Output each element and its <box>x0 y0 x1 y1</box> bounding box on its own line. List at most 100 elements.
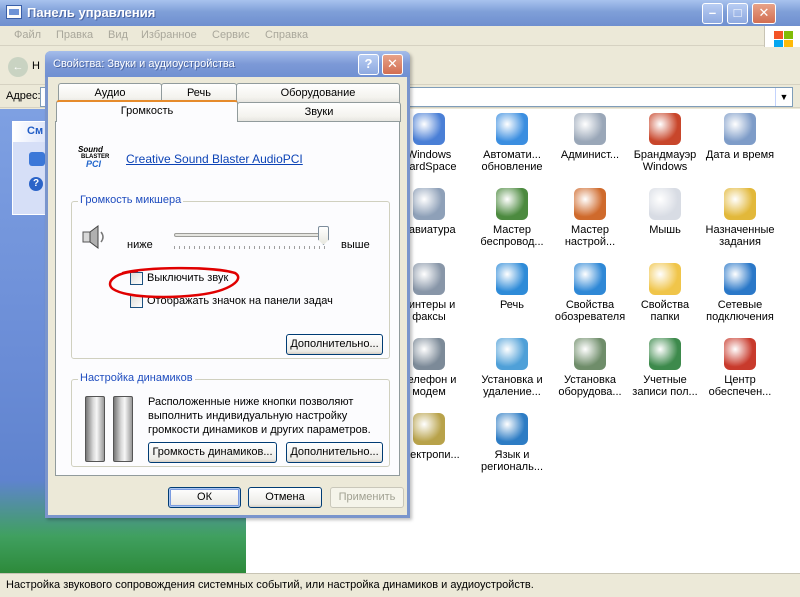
cp-item[interactable]: Речь <box>475 263 549 311</box>
menu-help[interactable]: Справка <box>265 29 308 41</box>
back-arrow-icon[interactable]: ← <box>8 57 28 77</box>
device-name-link[interactable]: Creative Sound Blaster AudioPCI <box>126 152 303 166</box>
close-button[interactable]: ✕ <box>752 3 776 24</box>
cp-item-label: Брандмауэр Windows <box>633 149 697 173</box>
help-icon[interactable]: ? <box>29 177 43 191</box>
cp-item-label: Назначенные задания <box>705 224 775 248</box>
mute-label[interactable]: Выключить звук <box>147 272 228 284</box>
cp-item-label: Центр обеспечен... <box>708 374 772 398</box>
speaker-icon <box>82 225 104 249</box>
cp-item[interactable]: Установка и удаление... <box>475 338 549 398</box>
cp-item[interactable]: Установка оборудова... <box>553 338 627 398</box>
back-button-label[interactable]: Н <box>32 60 40 72</box>
mute-checkbox[interactable] <box>130 272 143 285</box>
cp-item[interactable]: Центр обеспечен... <box>703 338 777 398</box>
wireless-wizard-icon <box>496 188 528 220</box>
dialog-help-button[interactable]: ? <box>358 54 379 75</box>
cp-item-label: Установка и удаление... <box>481 374 543 398</box>
user-accounts-icon <box>649 338 681 370</box>
maximize-button[interactable]: □ <box>727 3 748 24</box>
mixer-advanced-button[interactable]: Дополнительно... <box>286 334 383 355</box>
cp-item[interactable]: Дата и время <box>703 113 777 161</box>
cp-item[interactable]: Учетные записи пол... <box>628 338 702 398</box>
cp-item[interactable]: Мастер настрой... <box>553 188 627 248</box>
cp-item[interactable]: Брандмауэр Windows <box>628 113 702 173</box>
volume-slider-track[interactable] <box>174 233 324 237</box>
chevron-down-icon[interactable]: ▼ <box>775 88 792 106</box>
minimize-button[interactable]: – <box>702 3 723 24</box>
cp-item[interactable]: Свойства обозревателя <box>553 263 627 323</box>
speech-icon <box>496 263 528 295</box>
cp-item-label: Мастер беспровод... <box>480 224 544 248</box>
dialog-title: Свойства: Звуки и аудиоустройства <box>53 58 235 70</box>
cp-item-label: Свойства папки <box>640 299 690 323</box>
network-connections-icon <box>724 263 756 295</box>
cp-item-label: Сетевые подключения <box>706 299 774 323</box>
cp-item[interactable]: Свойства папки <box>628 263 702 323</box>
cp-item[interactable]: Мышь <box>628 188 702 236</box>
tray-icon-label[interactable]: Отображать значок на панели задач <box>147 295 333 307</box>
folder-options-icon <box>649 263 681 295</box>
volume-low-label: ниже <box>127 239 153 251</box>
firewall-icon <box>649 113 681 145</box>
status-bar: Настройка звукового сопровождения систем… <box>0 573 800 597</box>
cp-item-label: Мышь <box>649 224 681 236</box>
logo-line-3: PCI <box>86 159 102 169</box>
cp-item[interactable]: Язык и региональ... <box>475 413 549 473</box>
tab-volume[interactable]: Громкость <box>56 100 238 122</box>
cp-item-label: Учетные записи пол... <box>632 374 698 398</box>
tray-icon-checkbox[interactable] <box>130 295 143 308</box>
menu-tools[interactable]: Сервис <box>212 29 250 41</box>
menu-view[interactable]: Вид <box>108 29 128 41</box>
cp-item-label: Свойства обозревателя <box>554 299 626 323</box>
volume-tab-page: Sound BLASTER PCI Creative Sound Blaster… <box>55 121 400 476</box>
admin-tools-icon <box>574 113 606 145</box>
window-titlebar[interactable]: Панель управления – □ ✕ <box>0 0 800 26</box>
cp-item[interactable]: Мастер беспровод... <box>475 188 549 248</box>
phone-modem-icon <box>413 338 445 370</box>
logo-line-1: Sound <box>78 145 103 154</box>
cp-item-label: Мастер настрой... <box>564 224 616 248</box>
speakers-icon <box>81 396 136 466</box>
sound-blaster-logo: Sound BLASTER PCI <box>78 146 118 170</box>
menu-edit[interactable]: Правка <box>56 29 93 41</box>
menu-favorites[interactable]: Избранное <box>141 29 197 41</box>
windows-update-icon <box>496 113 528 145</box>
mixer-volume-group: Громкость микшера ниже выше Выключить зв… <box>71 194 390 359</box>
volume-high-label: выше <box>341 239 370 251</box>
address-label: Адрес: <box>6 90 41 102</box>
mixer-group-title: Громкость микшера <box>78 194 184 206</box>
cp-item-label: Язык и региональ... <box>480 449 544 473</box>
dialog-titlebar[interactable]: Свойства: Звуки и аудиоустройства ? ✕ <box>45 51 410 77</box>
regional-options-icon <box>496 413 528 445</box>
datetime-icon <box>724 113 756 145</box>
volume-slider-ticks <box>174 246 325 250</box>
power-options-icon <box>413 413 445 445</box>
keyboard-icon <box>413 188 445 220</box>
cp-item[interactable]: Автомати... обновление <box>475 113 549 173</box>
menu-file[interactable]: Файл <box>14 29 41 41</box>
speaker-volume-button[interactable]: Громкость динамиков... <box>148 442 277 463</box>
cp-item-label: Админист... <box>560 149 620 161</box>
cancel-button[interactable]: Отмена <box>248 487 322 508</box>
window-title: Панель управления <box>27 5 156 20</box>
tab-hardware[interactable]: Оборудование <box>236 83 400 103</box>
speaker-advanced-button[interactable]: Дополнительно... <box>286 442 383 463</box>
dialog-close-button[interactable]: ✕ <box>382 54 403 75</box>
volume-slider-thumb[interactable] <box>318 226 329 245</box>
add-hardware-icon <box>574 338 606 370</box>
add-remove-icon <box>496 338 528 370</box>
network-wizard-icon <box>574 188 606 220</box>
cp-item[interactable]: Назначенные задания <box>703 188 777 248</box>
security-center-icon <box>724 338 756 370</box>
ok-button[interactable]: ОК <box>168 487 241 508</box>
apply-button[interactable]: Применить <box>330 487 404 508</box>
cp-item[interactable]: Сетевые подключения <box>703 263 777 323</box>
tab-sounds[interactable]: Звуки <box>237 102 401 122</box>
control-panel-icon <box>6 5 22 19</box>
cp-item[interactable]: Админист... <box>553 113 627 161</box>
printers-icon <box>413 263 445 295</box>
cp-item-label: Автомати... обновление <box>481 149 543 173</box>
classic-view-icon[interactable] <box>29 152 45 166</box>
internet-options-icon <box>574 263 606 295</box>
